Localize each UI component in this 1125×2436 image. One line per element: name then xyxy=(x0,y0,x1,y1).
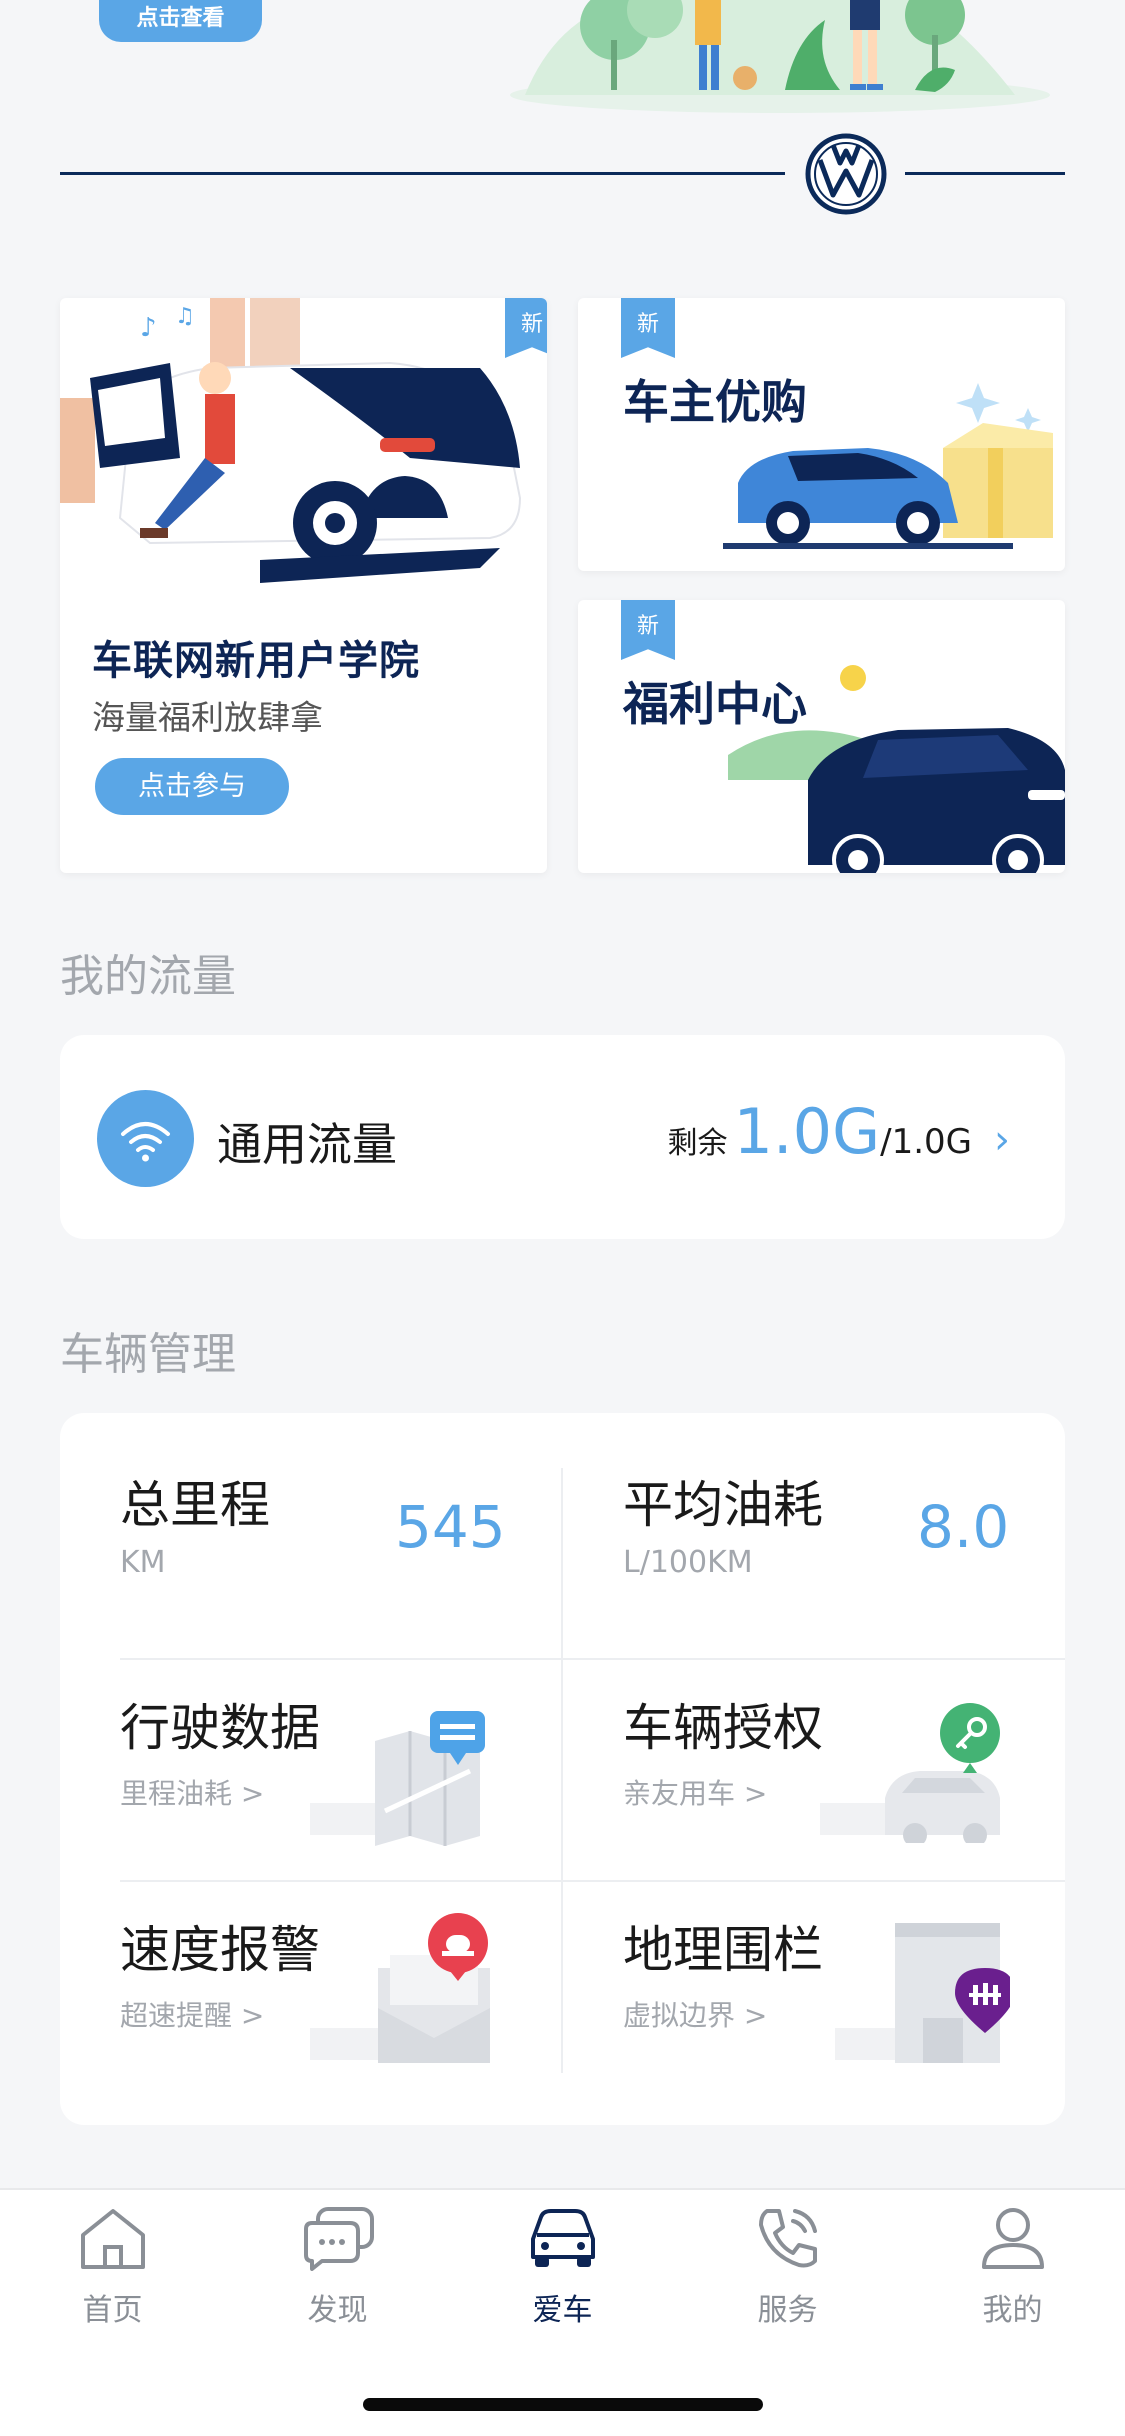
blue-car-gift-illustration xyxy=(723,383,1053,549)
divider-line-right xyxy=(905,172,1065,175)
tab-label: 爱车 xyxy=(532,2293,593,2328)
academy-subtitle: 海量福利放肆拿 xyxy=(92,698,323,737)
tab-my-car[interactable]: 爱车 xyxy=(450,2205,675,2329)
new-user-academy-card[interactable]: ♪ ♫ 新 车联网新用户学院 海量福利放肆拿 点击参与 xyxy=(60,298,547,873)
chevron-right-icon[interactable]: › xyxy=(994,1117,1010,1163)
tab-label: 发现 xyxy=(307,2293,368,2328)
map-message-icon xyxy=(310,1711,485,1846)
chat-icon xyxy=(303,2207,374,2271)
avg-fuel-value: 8.0 xyxy=(917,1493,1010,1561)
envelope-alarm-icon xyxy=(310,1913,490,2063)
grid-divider-vertical xyxy=(561,1468,563,2073)
fence-pin-icon xyxy=(835,1923,1010,2063)
remaining-amount: 1.0G xyxy=(733,1095,881,1168)
car-icon xyxy=(530,2209,595,2267)
phone-icon xyxy=(758,2209,817,2268)
grid-divider-horizontal xyxy=(120,1880,1065,1882)
divider-line-left xyxy=(60,172,785,175)
total-amount: /1.0G xyxy=(880,1122,972,1162)
tab-home[interactable]: 首页 xyxy=(0,2205,225,2329)
view-details-button[interactable]: 点击查看 xyxy=(99,0,262,42)
family-garden-illustration xyxy=(510,0,1050,113)
new-badge: 新 xyxy=(621,298,675,358)
tab-service[interactable]: 服务 xyxy=(675,2205,900,2329)
join-button[interactable]: 点击参与 xyxy=(95,758,289,815)
vw-logo-icon xyxy=(805,133,887,215)
new-badge: 新 xyxy=(505,298,547,358)
car-owner-illustration: ♪ ♫ xyxy=(60,298,522,583)
tab-label: 我的 xyxy=(982,2293,1043,2328)
svg-text:♪: ♪ xyxy=(140,313,157,343)
tab-label: 首页 xyxy=(82,2293,143,2328)
grid-divider-horizontal xyxy=(120,1658,1065,1660)
section-title-vehicle: 车辆管理 xyxy=(60,1329,236,1380)
data-plan-balance: 剩余 1.0G /1.0G › xyxy=(667,1095,1010,1175)
academy-title: 车联网新用户学院 xyxy=(92,638,420,684)
home-indicator[interactable] xyxy=(363,2398,763,2411)
tab-mine[interactable]: 我的 xyxy=(900,2205,1125,2329)
welfare-center-card[interactable]: 新 福利中心 xyxy=(578,600,1065,873)
section-title-data: 我的流量 xyxy=(60,951,236,1002)
tab-discover[interactable]: 发现 xyxy=(225,2205,450,2329)
wifi-icon xyxy=(97,1090,194,1187)
remaining-label: 剩余 xyxy=(667,1126,728,1161)
navy-car-illustration xyxy=(728,665,1065,873)
vehicle-management-card: 总里程 KM 545 平均油耗 L/100KM 8.0 行驶数据 里程油耗 > … xyxy=(60,1413,1065,2125)
data-plan-card[interactable]: 通用流量 剩余 1.0G /1.0G › xyxy=(60,1035,1065,1239)
tab-label: 服务 xyxy=(757,2293,818,2328)
total-mileage-value: 545 xyxy=(395,1493,506,1561)
home-icon xyxy=(80,2209,145,2269)
new-badge: 新 xyxy=(621,600,675,660)
owner-shop-card[interactable]: 新 车主优购 xyxy=(578,298,1065,571)
svg-text:♫: ♫ xyxy=(175,304,195,329)
data-plan-label: 通用流量 xyxy=(217,1118,398,1171)
car-key-icon xyxy=(820,1703,1000,1843)
user-icon xyxy=(981,2208,1044,2269)
